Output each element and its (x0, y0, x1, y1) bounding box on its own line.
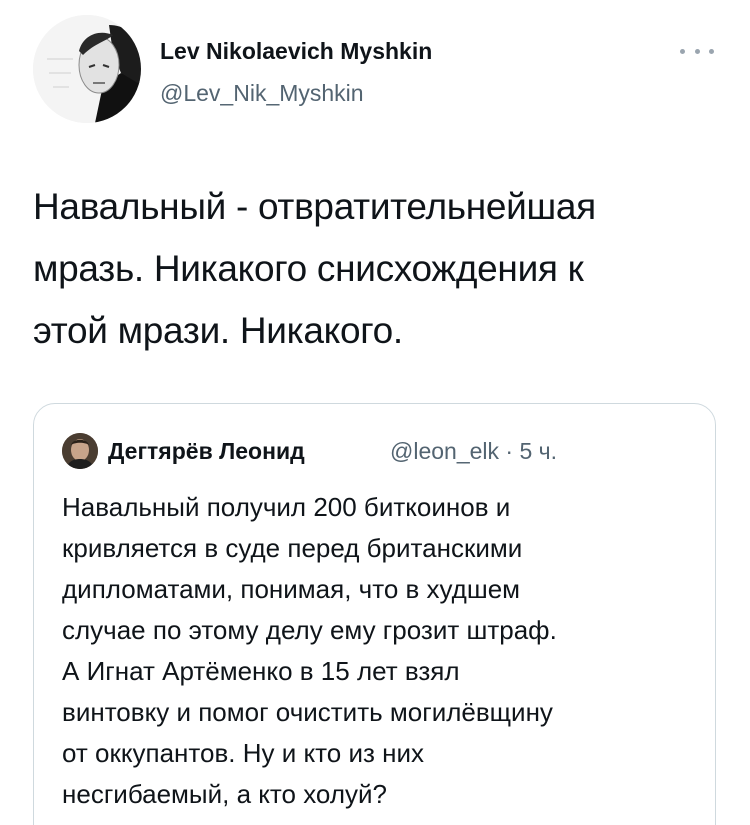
quoted-meta: @leon_elk · 5 ч. (390, 438, 557, 465)
more-dot (694, 48, 700, 54)
quoted-display-name[interactable]: Дегтярёв Леонид (108, 438, 305, 465)
quoted-author-avatar[interactable] (62, 433, 98, 469)
author-portrait-image (33, 15, 141, 123)
quoted-handle[interactable]: @leon_elk (390, 438, 499, 464)
tweet-text: Навальный - отвратительнейшая мразь. Ник… (33, 186, 596, 351)
author-handle[interactable]: @Lev_Nik_Myshkin (160, 80, 364, 107)
more-dot (680, 48, 685, 54)
quoted-author-photo (62, 433, 98, 469)
quoted-time[interactable]: 5 ч. (519, 438, 557, 464)
author-avatar[interactable] (33, 15, 141, 123)
author-display-name[interactable]: Lev Nikolaevich Myshkin (160, 38, 432, 65)
more-dot (709, 48, 714, 54)
tweet-card: Lev Nikolaevich Myshkin @Lev_Nik_Myshkin… (0, 0, 750, 825)
quoted-tweet-text: Навальный получил 200 биткоинов и кривля… (62, 492, 557, 809)
meta-separator: · (505, 438, 514, 464)
more-horizontal-icon[interactable] (680, 44, 714, 58)
